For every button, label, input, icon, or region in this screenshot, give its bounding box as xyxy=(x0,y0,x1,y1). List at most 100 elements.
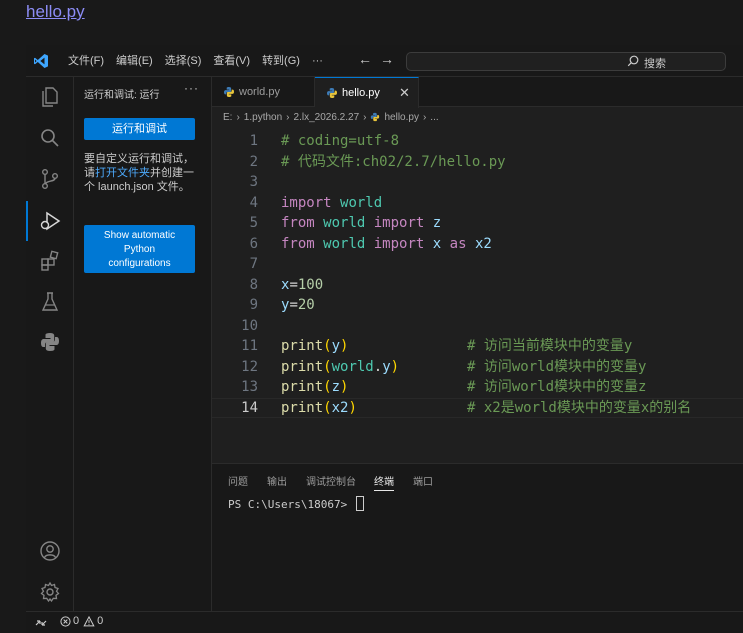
active-indicator xyxy=(26,201,28,241)
inline-comment: # x2是world模块中的变量x的别名 xyxy=(467,399,692,416)
code-token: from xyxy=(281,215,315,231)
error-icon xyxy=(60,615,71,627)
code-token: = xyxy=(289,297,298,313)
menu-file[interactable]: 文件(F) xyxy=(62,45,110,77)
source-control-icon[interactable] xyxy=(38,167,62,191)
show-button-line-3: configurations xyxy=(108,258,171,269)
show-python-configurations-button[interactable]: Show automatic Python configurations xyxy=(84,225,195,273)
code-token: print xyxy=(281,379,324,395)
breadcrumb-folder-python[interactable]: 1.python xyxy=(244,112,282,123)
explorer-icon[interactable] xyxy=(38,85,62,109)
title-bar: 文件(F) 编辑(E) 选择(S) 查看(V) 转到(G) ··· ← → 搜索 xyxy=(26,45,743,77)
editor-tab-bar: world.py hello.py ✕ xyxy=(212,77,743,108)
terminal-prompt-line[interactable]: PS C:\Users\18067> xyxy=(228,496,364,511)
breadcrumb-drive[interactable]: E: xyxy=(223,112,232,123)
code-token: from xyxy=(281,235,315,252)
chevron-right-icon: › xyxy=(363,111,367,123)
extensions-icon[interactable] xyxy=(38,249,62,273)
code-token: ( xyxy=(323,338,332,354)
problems-status[interactable]: 0 0 xyxy=(60,615,103,627)
line-number: 9 xyxy=(249,297,258,313)
forward-arrow-icon[interactable]: → xyxy=(380,51,394,67)
code-token: ( xyxy=(323,399,332,416)
open-folder-link[interactable]: 打开文件夹 xyxy=(95,167,150,179)
menu-more[interactable]: ··· xyxy=(306,45,329,77)
menu-go[interactable]: 转到(G) xyxy=(256,45,306,77)
search-view-icon[interactable] xyxy=(38,126,62,150)
back-arrow-icon[interactable]: ← xyxy=(358,51,372,67)
code-token: ) xyxy=(348,399,357,416)
run-debug-sidebar: 运行和调试: 运行 ··· 运行和调试 要自定义运行和调试，请打开文件夹并创建一… xyxy=(74,77,212,611)
line-number: 13 xyxy=(241,379,258,395)
code-token: . xyxy=(373,358,383,375)
command-center-search[interactable]: 搜索 xyxy=(406,52,726,71)
tab-world-py[interactable]: world.py xyxy=(212,77,315,107)
menu-edit[interactable]: 编辑(E) xyxy=(110,45,159,77)
code-token: world xyxy=(340,194,383,211)
testing-flask-icon[interactable] xyxy=(38,290,62,314)
remote-icon[interactable] xyxy=(34,616,48,630)
inline-comment: # 访问当前模块中的变量y xyxy=(467,338,633,354)
run-and-debug-button[interactable]: 运行和调试 xyxy=(84,118,195,140)
line-code: print(x2) xyxy=(281,399,357,417)
settings-gear-icon[interactable] xyxy=(38,580,62,604)
panel-tab-problems[interactable]: 问题 xyxy=(228,473,248,488)
code-token: 100 xyxy=(297,276,324,293)
code-token: import xyxy=(373,215,425,231)
python-file-icon xyxy=(371,112,380,122)
line-number: 8 xyxy=(249,276,258,293)
code-token: world xyxy=(323,235,366,252)
line-code: print(y) xyxy=(281,336,348,356)
run-debug-icon[interactable] xyxy=(38,209,62,233)
code-line: 4 import world xyxy=(212,193,743,213)
code-token: ) xyxy=(340,379,349,395)
line-code: from world import x as x2 xyxy=(281,234,492,254)
code-token: print xyxy=(281,399,324,416)
code-line: 6 from world import x as x2 xyxy=(212,234,743,254)
warning-icon xyxy=(83,615,95,626)
line-number: 7 xyxy=(249,256,258,272)
tab-hello-py[interactable]: hello.py ✕ xyxy=(315,77,419,108)
panel-tab-output[interactable]: 输出 xyxy=(267,473,287,488)
code-token: x2 xyxy=(331,399,349,416)
python-icon[interactable] xyxy=(38,330,62,354)
code-editor[interactable]: 1 # coding=utf-8 2 # 代码文件:ch02/2.7/hello.py… xyxy=(212,127,743,457)
status-bar: 0 0 xyxy=(26,611,743,633)
line-number: 12 xyxy=(241,358,258,375)
breadcrumb-file[interactable]: hello.py xyxy=(384,112,418,123)
terminal-cursor xyxy=(355,496,364,511)
code-line: 3 xyxy=(212,172,743,192)
panel-tab-terminal[interactable]: 终端 xyxy=(374,473,394,491)
python-file-icon xyxy=(224,87,234,97)
close-icon[interactable]: ✕ xyxy=(399,78,410,108)
menu-selection[interactable]: 选择(S) xyxy=(159,45,208,77)
line-code: # coding=utf-8 xyxy=(281,131,399,151)
account-icon[interactable] xyxy=(38,539,62,563)
breadcrumb-symbols[interactable]: ... xyxy=(430,112,438,123)
code-token: world xyxy=(331,358,374,375)
code-token: z xyxy=(432,215,442,231)
sidebar-more-button[interactable]: ··· xyxy=(184,81,199,95)
error-count: 0 xyxy=(73,615,80,627)
line-number: 4 xyxy=(249,194,258,211)
python-file-icon xyxy=(327,88,337,98)
tab-world-label: world.py xyxy=(239,86,280,98)
page-title-link[interactable]: hello.py xyxy=(26,2,85,22)
code-line: 5 from world import z xyxy=(212,213,743,233)
inline-comment: # 访问world模块中的变量z xyxy=(467,379,647,395)
panel-tab-ports[interactable]: 端口 xyxy=(413,473,433,488)
code-token: ) xyxy=(340,338,349,354)
code-line: 12 print(world.y) # 访问world模块中的变量y xyxy=(212,357,743,377)
line-code: print(world.y) xyxy=(281,357,399,377)
menu-bar: 文件(F) 编辑(E) 选择(S) 查看(V) 转到(G) ··· xyxy=(62,45,329,77)
line-code: # 代码文件:ch02/2.7/hello.py xyxy=(281,152,506,172)
code-token: x2 xyxy=(474,235,492,252)
code-line: 7 xyxy=(212,254,743,274)
menu-view[interactable]: 查看(V) xyxy=(207,45,256,77)
line-number: 6 xyxy=(249,235,258,252)
panel-tab-debug-console[interactable]: 调试控制台 xyxy=(306,473,356,488)
show-button-line-2: Python xyxy=(123,244,156,255)
breadcrumb-folder-lx[interactable]: 2.lx_2026.2.27 xyxy=(294,112,360,123)
